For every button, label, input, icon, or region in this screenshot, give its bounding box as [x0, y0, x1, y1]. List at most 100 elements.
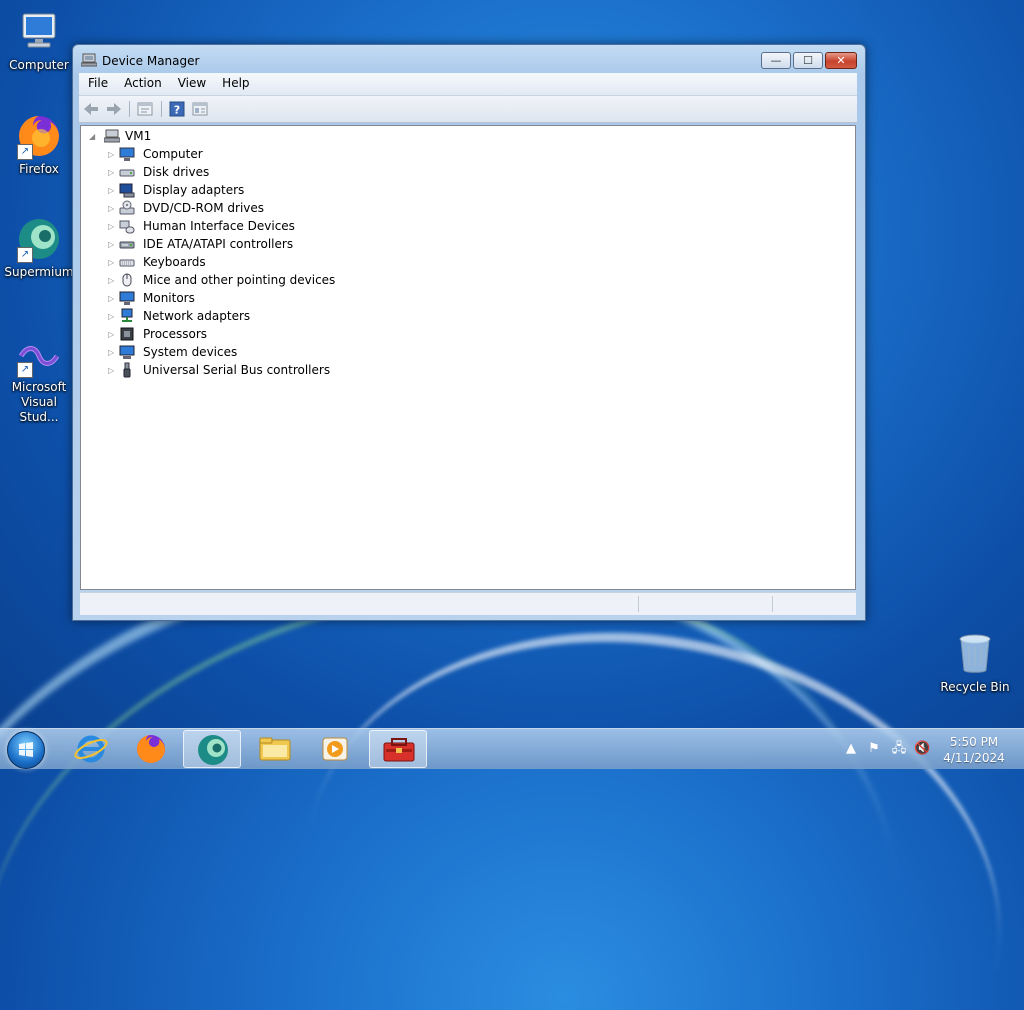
properties-icon[interactable] — [137, 101, 153, 117]
menu-action[interactable]: Action — [115, 73, 169, 90]
media-player-icon — [322, 737, 348, 761]
tree-category-keyboard[interactable]: ▷ Keyboards — [108, 253, 368, 271]
tree-category-mouse[interactable]: ▷ Mice and other pointing devices — [108, 271, 368, 289]
monitor-icon — [119, 290, 135, 306]
tree-root[interactable]: ◢ VM1 — [89, 127, 179, 145]
tree-category-usb[interactable]: ▷ Universal Serial Bus controllers — [108, 361, 368, 379]
windows-logo-icon — [19, 742, 33, 757]
system-devices-icon — [119, 344, 135, 360]
tree-category-disk-drive[interactable]: ▷ Disk drives — [108, 163, 368, 181]
shortcut-arrow-icon: ↗ — [17, 362, 33, 378]
expand-toggle[interactable]: ▷ — [108, 294, 117, 303]
expand-toggle[interactable]: ▷ — [108, 348, 117, 357]
toolbar: ? — [79, 95, 857, 123]
tree-category-label: Processors — [143, 327, 208, 341]
tree-category-label: Keyboards — [143, 255, 206, 269]
desktop-icon-recycle-bin[interactable]: Recycle Bin — [937, 630, 1013, 695]
tree-root-label: VM1 — [125, 129, 152, 143]
device-manager-icon — [383, 738, 415, 762]
forward-icon[interactable] — [106, 101, 122, 117]
taskbar: ▲ ⚑ 🖧 🔇 5:50 PM 4/11/2024 — [0, 728, 1024, 769]
clock-time: 5:50 PM — [949, 735, 999, 749]
maximize-button[interactable]: ☐ — [793, 52, 823, 69]
window-title: Device Manager — [102, 54, 200, 68]
expand-toggle[interactable]: ▷ — [108, 258, 117, 267]
display-adapter-icon — [119, 182, 135, 198]
taskbar-firefox[interactable] — [122, 730, 180, 768]
system-clock[interactable]: 5:50 PM 4/11/2024 — [938, 734, 1010, 766]
expand-toggle[interactable]: ▷ — [108, 240, 117, 249]
taskbar-supermium[interactable] — [183, 730, 241, 768]
expand-toggle[interactable]: ▷ — [108, 330, 117, 339]
title-bar[interactable]: Device Manager — ☐ ✕ — [73, 45, 865, 75]
expand-toggle[interactable]: ▷ — [108, 222, 117, 231]
desktop-icon-label: Recycle Bin — [940, 680, 1010, 694]
tree-category-monitor[interactable]: ▷ Monitors — [108, 289, 368, 307]
network-adapter-icon — [119, 308, 135, 324]
hid-icon — [119, 218, 135, 234]
tree-category-label: Computer — [143, 147, 203, 161]
tree-category-ide-controller[interactable]: ▷ IDE ATA/ATAPI controllers — [108, 235, 368, 253]
device-tree[interactable]: ◢ VM1 ▷ Computer ▷ Disk drives ▷ Display adap… — [80, 125, 856, 590]
tree-category-label: Network adapters — [143, 309, 251, 323]
expand-toggle[interactable]: ▷ — [108, 168, 117, 177]
status-bar — [80, 592, 856, 615]
desktop-icon-label: Supermium — [4, 265, 74, 279]
back-icon[interactable] — [83, 101, 99, 117]
firefox-icon: ↗ — [15, 112, 63, 160]
computer-icon — [119, 146, 135, 162]
tree-category-processor[interactable]: ▷ Processors — [108, 325, 368, 343]
show-hidden-icons-icon[interactable]: ▲ — [843, 741, 859, 757]
expand-toggle[interactable]: ▷ — [108, 150, 117, 159]
desktop-icon-firefox[interactable]: ↗ Firefox — [1, 112, 77, 177]
taskbar-media-player[interactable] — [306, 730, 364, 768]
tree-category-label: IDE ATA/ATAPI controllers — [143, 237, 294, 251]
toolbar-separator — [161, 101, 162, 117]
view-icon[interactable] — [192, 101, 208, 117]
action-center-flag-icon[interactable]: ⚑ — [866, 741, 882, 757]
menu-file[interactable]: File — [79, 73, 115, 90]
menu-view[interactable]: View — [169, 73, 213, 90]
taskbar-internet-explorer[interactable] — [62, 730, 120, 768]
desktop-icon-computer[interactable]: Computer — [1, 8, 77, 73]
status-separator — [638, 596, 639, 612]
network-icon[interactable]: 🖧 — [891, 741, 907, 757]
device-manager-title-icon — [80, 53, 98, 67]
ide-controller-icon — [119, 236, 135, 252]
disk-drive-icon — [119, 164, 135, 180]
status-separator — [772, 596, 773, 612]
expand-toggle[interactable]: ▷ — [108, 312, 117, 321]
taskbar-file-explorer[interactable] — [246, 730, 304, 768]
expand-toggle[interactable]: ▷ — [108, 276, 117, 285]
minimize-button[interactable]: — — [761, 52, 791, 69]
recycle-bin-icon — [951, 630, 999, 678]
menu-help[interactable]: Help — [213, 73, 256, 90]
expand-toggle[interactable]: ▷ — [108, 366, 117, 375]
keyboard-icon — [119, 254, 135, 270]
desktop-icon-label: Computer — [9, 58, 69, 72]
tree-category-hid[interactable]: ▷ Human Interface Devices — [108, 217, 368, 235]
svg-text:?: ? — [174, 104, 180, 117]
taskbar-device-manager[interactable] — [369, 730, 427, 768]
desktop-icon-visual-studio[interactable]: ↗ Microsoft Visual Stud... — [1, 330, 77, 425]
tree-category-dvd-drive[interactable]: ▷ DVD/CD-ROM drives — [108, 199, 368, 217]
start-button[interactable] — [7, 731, 45, 769]
expand-toggle[interactable]: ▷ — [108, 204, 117, 213]
desktop-icon-supermium[interactable]: ↗ Supermium — [1, 215, 77, 280]
mouse-icon — [119, 272, 135, 288]
tree-category-network-adapter[interactable]: ▷ Network adapters — [108, 307, 368, 325]
expand-toggle[interactable]: ▷ — [108, 186, 117, 195]
tree-category-system-devices[interactable]: ▷ System devices — [108, 343, 368, 361]
help-icon[interactable]: ? — [169, 101, 185, 117]
tree-category-computer[interactable]: ▷ Computer — [108, 145, 368, 163]
usb-icon — [119, 362, 135, 378]
volume-muted-icon[interactable]: 🔇 — [914, 741, 930, 757]
tree-category-label: System devices — [143, 345, 238, 359]
firefox-icon — [137, 735, 165, 763]
tree-category-display-adapter[interactable]: ▷ Display adapters — [108, 181, 368, 199]
desktop-icon-label: Microsoft Visual Stud... — [11, 380, 67, 424]
expand-toggle[interactable]: ◢ — [89, 132, 98, 141]
supermium-icon: ↗ — [15, 215, 63, 263]
tree-category-label: DVD/CD-ROM drives — [143, 201, 265, 215]
close-button[interactable]: ✕ — [825, 52, 857, 69]
